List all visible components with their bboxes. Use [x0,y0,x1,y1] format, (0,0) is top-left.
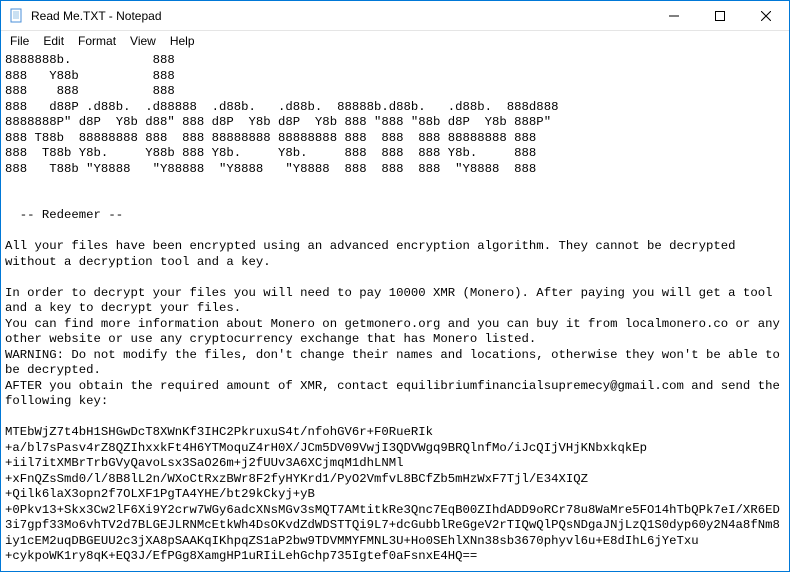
minimize-button[interactable] [651,1,697,30]
body-paragraph-3: You can find more information about Mone… [5,317,787,347]
body-paragraph-5: AFTER you obtain the required amount of … [5,379,787,409]
menubar: File Edit Format View Help [1,31,789,51]
body-paragraph-2: In order to decrypt your files you will … [5,286,780,316]
text-area[interactable]: 8888888b. 888 888 Y88b 888 888 888 888 8… [1,51,789,571]
section-header: -- Redeemer -- [5,208,123,222]
menu-edit[interactable]: Edit [36,33,71,49]
body-paragraph-1: All your files have been encrypted using… [5,239,743,269]
menu-view[interactable]: View [123,33,163,49]
close-button[interactable] [743,1,789,30]
ascii-art: 8888888b. 888 888 Y88b 888 888 888 888 8… [5,53,558,176]
encryption-key: MTEbWjZ7t4bH1SHGwDcT8XWnKf3IHC2PkruxuS4t… [5,425,780,563]
menu-format[interactable]: Format [71,33,123,49]
titlebar: Read Me.TXT - Notepad [1,1,789,31]
maximize-button[interactable] [697,1,743,30]
menu-help[interactable]: Help [163,33,202,49]
menu-file[interactable]: File [3,33,36,49]
body-paragraph-4: WARNING: Do not modify the files, don't … [5,348,787,378]
window-title: Read Me.TXT - Notepad [31,9,651,23]
notepad-icon [9,8,25,24]
window-controls [651,1,789,30]
